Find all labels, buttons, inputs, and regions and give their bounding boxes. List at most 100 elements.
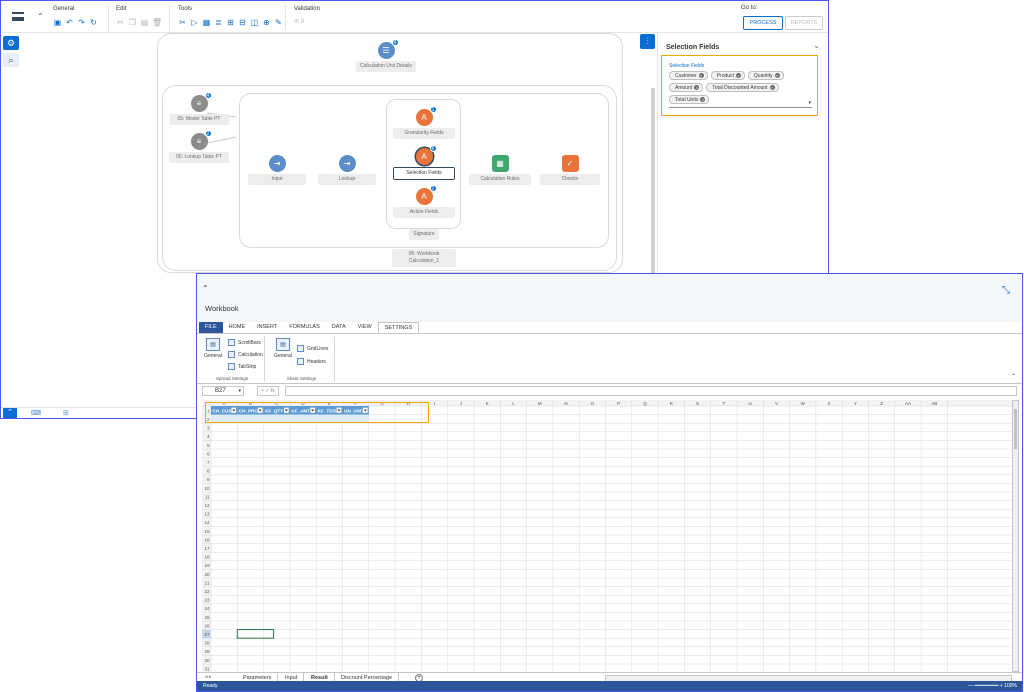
node-selection-fields[interactable]: A6 Selection Fields — [393, 145, 455, 180]
collapse-icon[interactable]: ⌃ — [202, 284, 209, 293]
run-icon[interactable]: ▷ — [190, 18, 199, 27]
token-customer[interactable]: Customer × — [669, 71, 708, 80]
node-calculation-rules[interactable]: ▦ Calculation Rules — [469, 155, 531, 185]
paste-icon[interactable]: ▤ — [140, 18, 149, 27]
workbook-header: ⌃ ⤡ Workbook — [197, 274, 1022, 329]
collapse-ribbon-icon[interactable]: ⌃ — [1011, 373, 1016, 380]
tab-formulas[interactable]: FORMULAS — [283, 322, 326, 333]
formula-icons[interactable]: × ✓ fx — [257, 386, 279, 396]
chevron-down-icon[interactable]: ⌄ — [813, 41, 820, 50]
table-icon[interactable]: ▦ — [202, 18, 211, 27]
tabstrip-icon — [228, 363, 235, 370]
node-signature: Signature — [393, 227, 455, 240]
remove-token-icon[interactable]: × — [698, 73, 704, 79]
sheet-nav-icon[interactable]: ◂ ▸ — [205, 674, 211, 680]
delete-icon[interactable]: 🗑 — [152, 18, 162, 27]
edit-icon[interactable]: ✎ — [274, 18, 283, 27]
tab-view[interactable]: VIEW — [352, 322, 378, 333]
gridlines-button[interactable]: GridLines — [297, 345, 328, 352]
granularity-icon: A1 — [415, 106, 437, 126]
column-header: AB — [931, 401, 937, 406]
row-header: 24 — [204, 606, 210, 611]
row-header: 12 — [204, 503, 210, 508]
validation-count[interactable]: ⊘ 0 — [294, 18, 304, 27]
row-header: 25 — [204, 615, 210, 620]
headers-icon — [297, 358, 304, 365]
save-icon[interactable]: ▣ — [53, 18, 62, 27]
grid-svg[interactable]: A B C D E F G H I J K L M N O P Q R S T U V W X Y Z AA AB1234567891… — [202, 400, 1012, 672]
spread-general-button[interactable]: ▤ General — [202, 338, 224, 359]
layout-icon[interactable]: ◫ — [250, 18, 259, 27]
undo-icon[interactable]: ↶ — [65, 18, 74, 27]
row-header: 30 — [204, 658, 210, 663]
tool-icon-1[interactable]: ✂ — [178, 18, 187, 27]
network-icon[interactable]: ⊕ — [262, 18, 271, 27]
model-icon[interactable]: ⚙ — [3, 36, 19, 50]
tabstrip-button[interactable]: TabStrip — [228, 363, 256, 370]
remove-token-icon[interactable]: × — [735, 73, 741, 79]
field-label: Selection Fields — [669, 63, 705, 69]
calculation-icon — [228, 351, 235, 358]
process-button[interactable]: PROCESS — [743, 16, 783, 30]
headers-button[interactable]: Headers — [297, 358, 326, 365]
token-product[interactable]: Product × — [710, 71, 745, 80]
node-checks[interactable]: ✓ Checks — [540, 155, 600, 185]
tab-home[interactable]: HOME — [223, 322, 252, 333]
remove-token-icon[interactable]: × — [769, 85, 775, 91]
redo-icon[interactable]: ↷ — [77, 18, 86, 27]
toolbar-group-tools: Tools ✂ ▷ ▦ ≣ ⊞ ⊟ ◫ ⊕ ✎ — [172, 5, 286, 31]
row-header: 15 — [204, 529, 210, 534]
row-header: 27 — [204, 632, 210, 637]
menu-icon[interactable] — [12, 12, 24, 21]
selection-fields-input[interactable]: Selection Fields Customer × Product × Quan… — [661, 55, 818, 116]
token-total-discounted-amount[interactable]: Total Discounted Amount × — [706, 83, 779, 92]
list-icon[interactable]: ≣ — [214, 18, 223, 27]
name-box[interactable]: B27 ▾ — [202, 386, 244, 396]
node-calc-unit-details[interactable]: ☰ 4 Calculation Unit Details — [351, 39, 421, 72]
refresh-icon[interactable]: ↻ — [89, 18, 98, 27]
reports-button[interactable]: REPORTS — [785, 16, 823, 30]
node-input[interactable]: ⇥ Input — [248, 155, 306, 185]
tab-settings[interactable]: SETTINGS — [377, 322, 420, 333]
remove-token-icon[interactable]: × — [694, 85, 700, 91]
comment-icon[interactable]: ⌨ — [31, 409, 41, 417]
search-icon[interactable]: ⌕ — [3, 53, 19, 67]
node-model-table[interactable]: ≡ 4 05: Model Table PT — [169, 92, 229, 125]
copy-icon[interactable]: ❐ — [128, 18, 137, 27]
vertical-scrollbar[interactable] — [1012, 400, 1019, 672]
node-action-fields[interactable]: A1 Action Fields — [393, 185, 455, 218]
settings-sliders-icon[interactable]: ⫶ — [640, 34, 655, 49]
sheet-general-button[interactable]: ▤ General — [272, 338, 294, 359]
spreadsheet-grid[interactable]: A B C D E F G H I J K L M N O P Q R S T U V W X Y Z AA AB 1 2 3 4 5 6 7 8 9 1… — [202, 400, 1012, 672]
tab-data[interactable]: DATA — [326, 322, 352, 333]
formula-input[interactable] — [285, 386, 1017, 396]
column-header: M — [538, 401, 542, 406]
grid-icon[interactable]: ⊟ — [238, 18, 247, 27]
node-workbook-calculation[interactable]: 05: Workbook Calculation_1 — [392, 247, 456, 267]
row-header: 31 — [204, 666, 210, 671]
cut-icon[interactable]: ✂ — [116, 18, 125, 27]
node-lookup-table[interactable]: ≡ 2 05: Lookup Table PT — [169, 130, 229, 163]
dropdown-icon[interactable]: ▾ — [808, 100, 811, 106]
remove-token-icon[interactable]: × — [700, 97, 706, 103]
column-header: AA — [905, 401, 911, 406]
remove-token-icon[interactable]: × — [774, 73, 780, 79]
collapse-toolbar-icon[interactable]: ⌃ — [37, 12, 44, 21]
tab-insert[interactable]: INSERT — [251, 322, 283, 333]
token-quantity[interactable]: Quantity × — [747, 71, 784, 80]
row-header: 11 — [205, 494, 210, 499]
scrollbars-button[interactable]: ScrollBars — [228, 339, 261, 346]
hierarchy-icon[interactable]: ⊞ — [63, 409, 69, 417]
tab-file[interactable]: FILE — [199, 322, 223, 333]
node-granularity-fields[interactable]: A1 Granularity Fields — [393, 106, 455, 139]
hierarchy-icon[interactable]: ⊞ — [226, 18, 235, 27]
node-lookup[interactable]: ⇥ Lookup — [318, 155, 376, 185]
token-total-units[interactable]: Total Units × — [669, 95, 710, 104]
zoom-level[interactable]: — ━━━━━━━━ + 100% — [968, 681, 1017, 691]
token-amount[interactable]: Amount × — [669, 83, 704, 92]
exit-fullscreen-icon[interactable]: ⤡ — [1002, 285, 1010, 296]
expand-icon[interactable]: ⌃ — [3, 408, 17, 418]
toolbar: ⌃ General ▣ ↶ ↷ ↻ Edit ✂ ❐ ▤ 🗑 Tools ✂ ▷ — [1, 1, 828, 33]
calculation-button[interactable]: Calculation — [228, 351, 263, 358]
column-header: J — [460, 401, 462, 406]
